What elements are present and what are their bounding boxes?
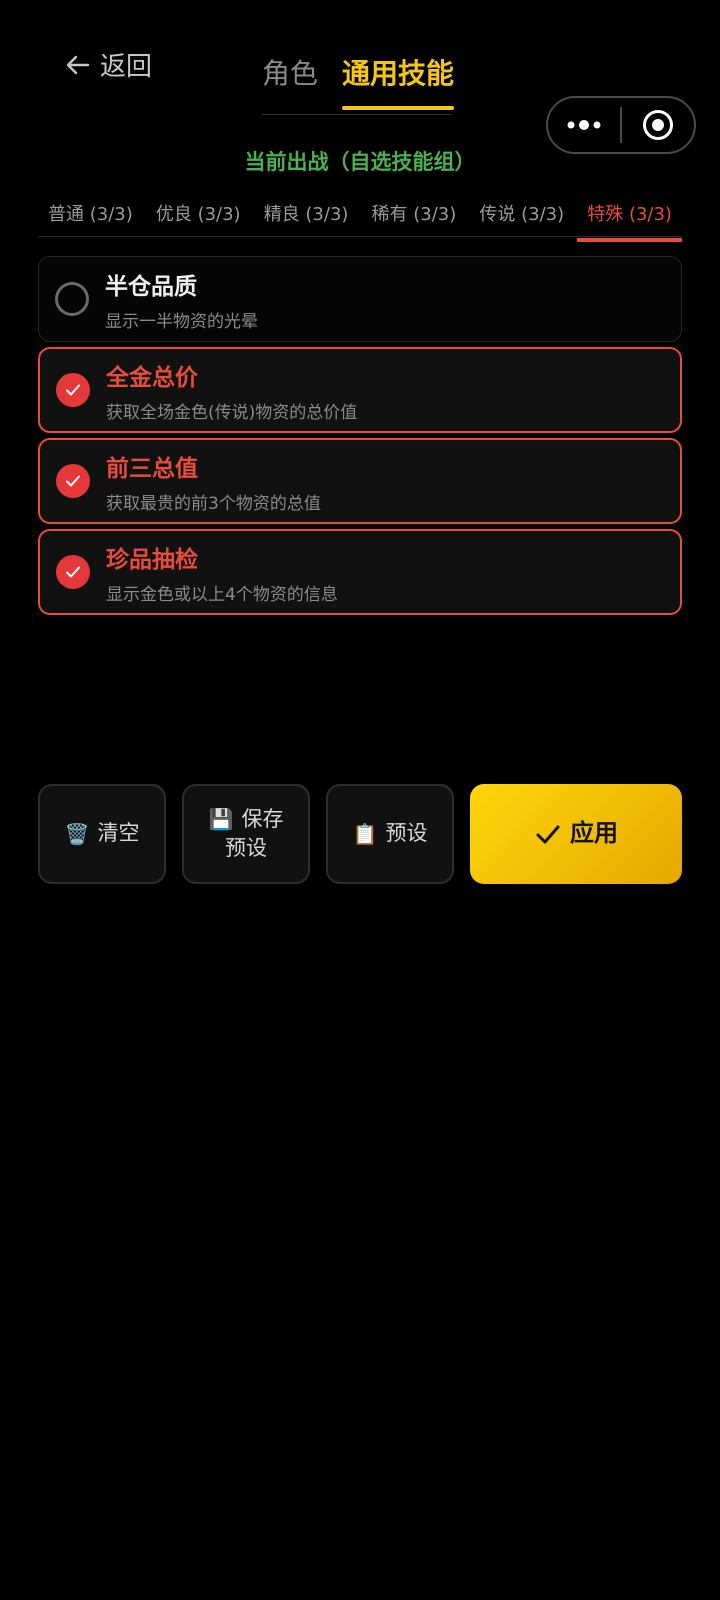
trash-icon: 🗑️ [64,822,90,846]
category-tabs: 普通 (3/3) 优良 (3/3) 精良 (3/3) 稀有 (3/3) 传说 (… [38,196,682,242]
more-button[interactable] [548,98,620,152]
skill-item[interactable]: 珍品抽检 显示金色或以上4个物资的信息 [38,529,682,615]
skill-name: 前三总值 [106,455,198,482]
check-circle-icon[interactable] [56,555,90,589]
close-button[interactable] [622,98,694,152]
preset-button[interactable]: 📋 预设 [326,784,454,884]
clipboard-icon: 📋 [352,822,378,846]
check-circle-icon[interactable] [56,373,90,407]
category-tab-common[interactable]: 普通 (3/3) [38,196,143,240]
category-tab-legendary[interactable]: 传说 (3/3) [469,196,574,240]
floppy-disk-icon: 💾 [208,806,234,831]
category-tab-special[interactable]: 特殊 (3/3) [577,196,682,242]
back-label: 返回 [100,52,153,82]
tab-general-skills[interactable]: 通用技能 [342,52,455,110]
current-loadout-status: 当前出战（自选技能组） [244,150,476,174]
category-divider [38,236,682,237]
check-circle-icon[interactable] [56,464,90,498]
checkmark-icon [536,825,560,844]
apply-label: 应用 [570,819,618,848]
more-dots-icon [567,120,601,130]
preset-label: 预设 [385,821,428,846]
tabs-divider [262,114,452,115]
action-bar: 🗑️ 清空 💾 保存 预设 📋 预设 应用 [38,784,682,884]
skill-desc: 显示金色或以上4个物资的信息 [106,584,338,605]
save-label-line2: 预设 [225,836,267,860]
save-preset-button[interactable]: 💾 保存 预设 [182,784,310,884]
clear-button[interactable]: 🗑️ 清空 [38,784,166,884]
skill-item[interactable]: 前三总值 获取最贵的前3个物资的总值 [38,438,682,524]
category-tab-rare[interactable]: 稀有 (3/3) [362,196,467,240]
skill-item[interactable]: 全金总价 获取全场金色(传说)物资的总价值 [38,347,682,433]
tab-role[interactable]: 角色 [262,52,318,110]
apply-button[interactable]: 应用 [470,784,682,884]
save-label-line1: 保存 [241,806,284,831]
main-tabs: 角色 通用技能 [262,52,455,110]
unchecked-circle-icon[interactable] [55,282,89,316]
skill-desc: 获取全场金色(传说)物资的总价值 [106,402,358,423]
category-tab-good[interactable]: 优良 (3/3) [146,196,251,240]
target-circle-icon [643,110,673,140]
skill-name: 全金总价 [106,364,198,391]
skill-desc: 获取最贵的前3个物资的总值 [106,493,321,514]
arrow-left-icon [66,55,90,74]
back-button[interactable]: 返回 [64,46,152,83]
category-tab-fine[interactable]: 精良 (3/3) [254,196,359,240]
clear-label: 清空 [97,821,140,846]
skill-desc: 显示一半物资的光晕 [105,311,258,332]
skill-name: 珍品抽检 [106,546,198,573]
skill-list: 半仓品质 显示一半物资的光晕 全金总价 获取全场金色(传说)物资的总价值 前三总… [38,256,682,620]
skill-item[interactable]: 半仓品质 显示一半物资的光晕 [38,256,682,342]
skill-name: 半仓品质 [105,273,197,300]
